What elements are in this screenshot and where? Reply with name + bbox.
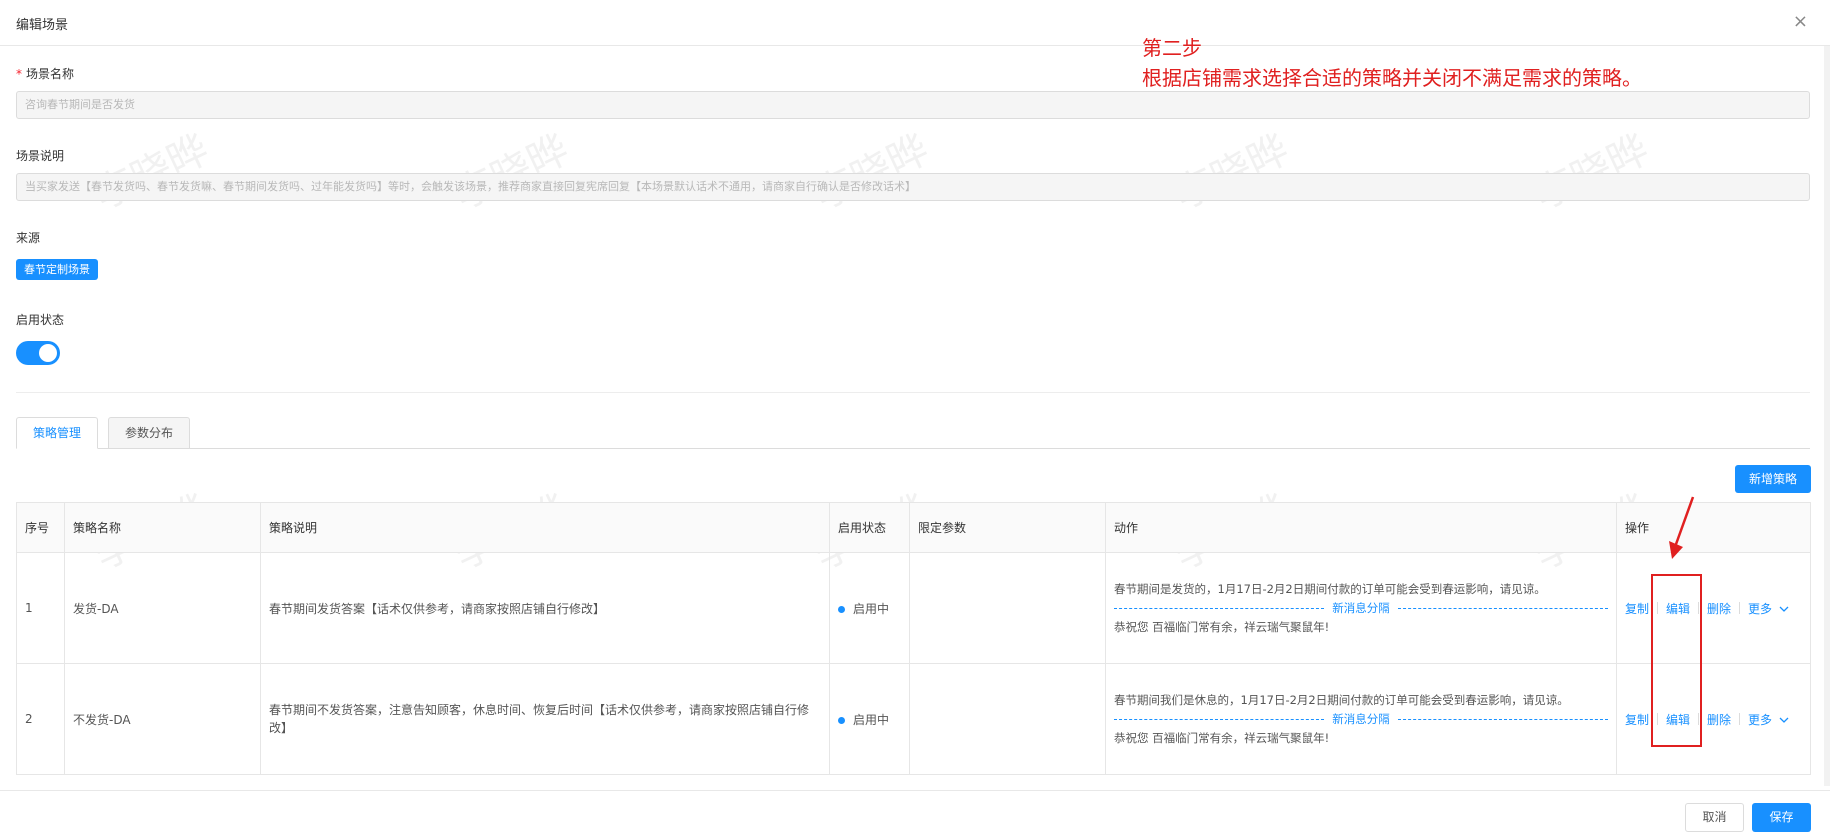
column-header: 策略名称 <box>64 502 261 553</box>
column-header: 策略说明 <box>260 502 830 553</box>
tab-param-distribution[interactable]: 参数分布 <box>108 417 191 449</box>
column-header: 动作 <box>1105 502 1617 553</box>
dialog-title: 编辑场景 <box>16 18 69 33</box>
status-text: 启用中 <box>853 712 890 727</box>
annotation-highlight-box <box>1651 574 1702 747</box>
ops-cell: 复制 编辑 删除 更多 <box>1616 552 1811 664</box>
table-row: 2 不发货-DA 春节期间不发货答案，注意告知顾客，休息时间、恢复后时间【话术仅… <box>16 663 1811 775</box>
scene-name-label-text: 场景名称 <box>26 67 75 81</box>
strategy-desc: 春节期间发货答案【话术仅供参考，请商家按照店铺自行修改】 <box>260 552 830 664</box>
action-line: 恭祝您 百福临门常有余，祥云瑞气聚鼠年! <box>1114 620 1330 634</box>
close-icon[interactable]: × <box>1793 12 1808 32</box>
copy-link[interactable]: 复制 <box>1625 711 1649 728</box>
strategy-desc: 春节期间不发货答案，注意告知顾客，休息时间、恢复后时间【话术仅供参考，请商家按照… <box>260 663 830 775</box>
message-separator: 新消息分隔 <box>1114 711 1608 727</box>
more-dropdown[interactable]: 更多 <box>1748 600 1789 617</box>
column-header: 序号 <box>16 502 65 553</box>
scene-name-input[interactable]: 咨询春节期间是否发货 <box>16 91 1810 119</box>
footer-divider <box>0 790 1830 791</box>
status-dot-icon <box>838 716 845 724</box>
table-row: 1 发货-DA 春节期间发货答案【话术仅供参考，请商家按照店铺自行修改】 启用中… <box>16 552 1811 664</box>
ops-cell: 复制 编辑 删除 更多 <box>1616 663 1811 775</box>
add-strategy-button[interactable]: 新增策略 <box>1734 465 1811 493</box>
separator-label: 新消息分隔 <box>1332 712 1390 726</box>
more-dropdown[interactable]: 更多 <box>1748 711 1789 728</box>
separator-label: 新消息分隔 <box>1332 601 1390 615</box>
watermark: 李晓晔 <box>803 117 936 220</box>
chevron-down-icon <box>1779 717 1789 723</box>
delete-link[interactable]: 删除 <box>1707 711 1731 728</box>
limit-params <box>909 663 1106 775</box>
watermark: 李晓晔 <box>83 117 216 220</box>
cancel-button[interactable]: 取消 <box>1685 803 1744 832</box>
watermark: 李晓晔 <box>443 117 576 220</box>
strategy-table: 序号 策略名称 策略说明 启用状态 限定参数 动作 操作 1 发货-DA 春节期… <box>16 502 1811 775</box>
scene-desc-input[interactable]: 当买家发送【春节发货吗、春节发货嘛、春节期间发货吗、过年能发货吗】等时，会触发该… <box>16 173 1810 201</box>
row-index: 1 <box>16 552 65 664</box>
annotation-step-title: 第二步 <box>1142 36 1202 60</box>
more-label: 更多 <box>1748 712 1773 727</box>
annotation-arrow-icon <box>1669 496 1695 559</box>
copy-link[interactable]: 复制 <box>1625 600 1649 617</box>
save-button[interactable]: 保存 <box>1752 803 1811 832</box>
tab-strategy-management[interactable]: 策略管理 <box>16 417 99 449</box>
delete-link[interactable]: 删除 <box>1707 600 1731 617</box>
source-tag: 春节定制场景 <box>16 259 98 280</box>
scrollbar[interactable] <box>1824 46 1830 786</box>
column-header: 操作 <box>1616 502 1811 553</box>
status-cell: 启用中 <box>829 552 910 664</box>
strategy-name: 发货-DA <box>64 552 261 664</box>
watermark: 李晓晔 <box>1163 117 1296 220</box>
action-line: 春节期间是发货的，1月17日-2月2日期间付款的订单可能会受到春运影响，请见谅。 <box>1114 582 1546 596</box>
strategy-name: 不发货-DA <box>64 663 261 775</box>
status-toggle[interactable] <box>16 341 60 365</box>
status-dot-icon <box>838 605 845 613</box>
tab-underline <box>16 448 1810 449</box>
chevron-down-icon <box>1779 606 1789 612</box>
scene-desc-label: 场景说明 <box>16 149 65 163</box>
source-label: 来源 <box>16 231 41 245</box>
toggle-knob <box>39 344 57 362</box>
action-line: 春节期间我们是休息的，1月17日-2月2日期间付款的订单可能会受到春运影响，请见… <box>1114 693 1569 707</box>
limit-params <box>909 552 1106 664</box>
status-label: 启用状态 <box>16 313 65 327</box>
scene-name-label: * 场景名称 <box>16 65 74 82</box>
watermark: 李晓晔 <box>1523 117 1656 220</box>
row-index: 2 <box>16 663 65 775</box>
status-text: 启用中 <box>853 601 890 616</box>
table-header-row: 序号 策略名称 策略说明 启用状态 限定参数 动作 操作 <box>16 502 1811 553</box>
section-divider <box>16 392 1810 393</box>
annotation-instruction: 根据店铺需求选择合适的策略并关闭不满足需求的策略。 <box>1142 66 1642 90</box>
column-header: 启用状态 <box>829 502 910 553</box>
action-cell: 春节期间我们是休息的，1月17日-2月2日期间付款的订单可能会受到春运影响，请见… <box>1105 663 1617 775</box>
message-separator: 新消息分隔 <box>1114 600 1608 616</box>
more-label: 更多 <box>1748 601 1773 616</box>
action-line: 恭祝您 百福临门常有余，祥云瑞气聚鼠年! <box>1114 731 1330 745</box>
status-cell: 启用中 <box>829 663 910 775</box>
required-mark: * <box>16 67 22 81</box>
column-header: 限定参数 <box>909 502 1106 553</box>
action-cell: 春节期间是发货的，1月17日-2月2日期间付款的订单可能会受到春运影响，请见谅。… <box>1105 552 1617 664</box>
annotation-text: 第二步 根据店铺需求选择合适的策略并关闭不满足需求的策略。 <box>1142 33 1642 93</box>
